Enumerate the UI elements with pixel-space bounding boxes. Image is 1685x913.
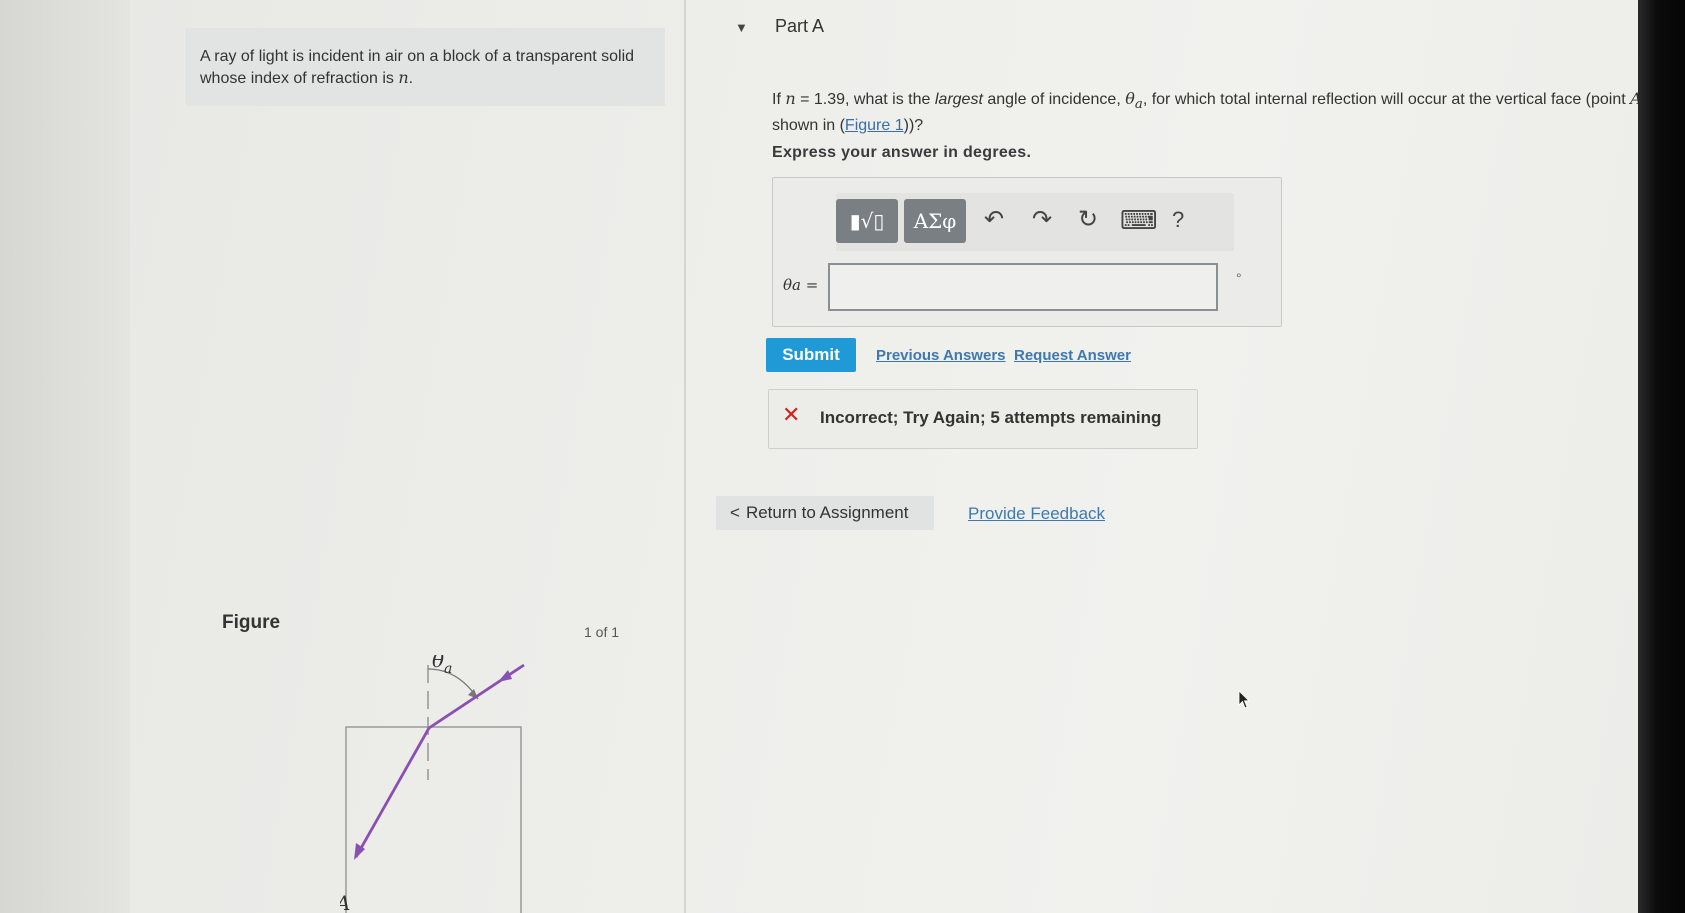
problem-variable: n xyxy=(398,68,409,87)
problem-text-1: A ray of light is incident in air on a b… xyxy=(200,48,635,87)
redo-icon[interactable]: ↷ xyxy=(1032,205,1052,234)
undo-icon[interactable]: ↶ xyxy=(984,205,1004,234)
templates-icon: ▮√▯ xyxy=(849,209,885,233)
figure-link[interactable]: Figure 1 xyxy=(845,117,904,134)
page-background xyxy=(0,0,1640,913)
return-label: Return to Assignment xyxy=(745,503,909,522)
transparent-block xyxy=(345,726,522,913)
templates-button[interactable]: ▮√▯ xyxy=(836,199,898,243)
degree-unit: ° xyxy=(1236,270,1242,286)
chevron-left-icon: < xyxy=(730,503,740,522)
previous-answers-link[interactable]: Previous Answers xyxy=(876,347,1006,364)
greek-symbols-button[interactable]: ΑΣφ xyxy=(904,199,966,243)
reset-icon[interactable]: ↻ xyxy=(1078,205,1098,234)
figure-diagram: θa A xyxy=(340,655,525,913)
submit-button[interactable]: Submit xyxy=(766,338,856,372)
screen-bezel xyxy=(1638,0,1685,913)
left-margin xyxy=(0,0,130,913)
answer-input[interactable] xyxy=(828,263,1218,311)
return-to-assignment-button[interactable]: < Return to Assignment xyxy=(716,496,934,530)
incident-arrowhead xyxy=(498,670,512,682)
request-answer-link[interactable]: Request Answer xyxy=(1014,347,1131,364)
incorrect-x-icon: ✕ xyxy=(782,402,801,427)
figure-pager: 1 of 1 xyxy=(584,624,620,640)
help-icon[interactable]: ? xyxy=(1172,207,1184,233)
feedback-message: Incorrect; Try Again; 5 attempts remaini… xyxy=(820,408,1162,427)
keyboard-icon[interactable]: ⌨ xyxy=(1120,205,1158,236)
point-a-label: A xyxy=(340,891,350,913)
collapse-caret-icon[interactable]: ▼ xyxy=(735,20,748,35)
part-title: Part A xyxy=(775,16,825,36)
answer-label: θa = xyxy=(783,276,819,294)
question-text: If n = 1.39, what is the largest angle o… xyxy=(772,89,1642,135)
refracted-ray xyxy=(354,727,431,858)
answer-instruction: Express your answer in degrees. xyxy=(772,144,1032,161)
problem-text-2: . xyxy=(408,70,414,87)
provide-feedback-link[interactable]: Provide Feedback xyxy=(968,504,1105,524)
theta-a-label: θa xyxy=(432,655,452,677)
math-toolbar: ▮√▯ ΑΣφ ↶ ↷ ↻ ⌨ ? xyxy=(836,193,1234,251)
figure-label: Figure xyxy=(222,612,281,633)
problem-statement: A ray of light is incident in air on a b… xyxy=(200,46,650,89)
greek-symbols-label: ΑΣφ xyxy=(913,209,957,233)
column-divider xyxy=(684,0,686,913)
mouse-cursor-icon xyxy=(1238,690,1250,709)
